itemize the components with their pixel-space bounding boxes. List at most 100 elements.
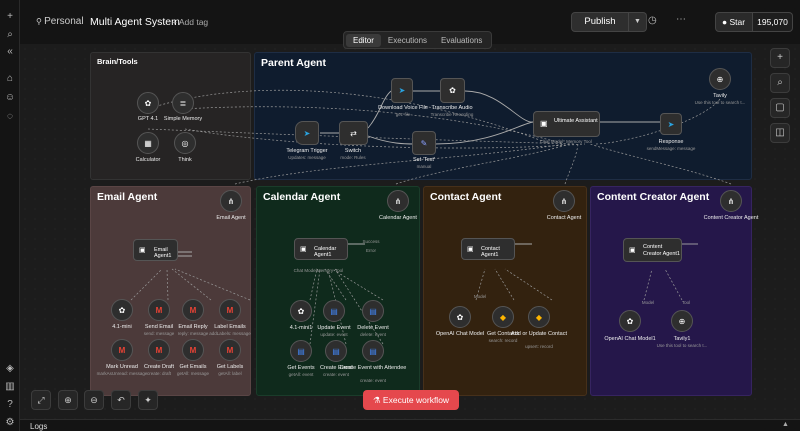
home-icon[interactable]: ⌂ — [3, 72, 17, 86]
wire-email-agent-out — [178, 251, 192, 257]
node-email-tool-4.1-mini[interactable]: ✿ — [111, 299, 133, 321]
node-openai-chat-model1[interactable]: ✿ — [619, 310, 641, 332]
node-transcribe-audio[interactable]: ✿ — [440, 78, 465, 103]
node-response[interactable]: ➤ — [660, 113, 682, 135]
node-ultimate-assistant[interactable]: ▣ Ultimate Assistant — [533, 111, 600, 137]
more-icon[interactable]: ⋯ — [676, 14, 686, 25]
node-get-labels[interactable]: M — [219, 339, 241, 361]
airtable-icon: ◆ — [535, 312, 543, 322]
zoom-in-button[interactable]: ⊕ — [58, 390, 78, 410]
node-contact-agent1[interactable]: ▣ Contact Agent1 — [461, 238, 515, 260]
pencil-icon: ✎ — [420, 138, 428, 148]
node-send-email[interactable]: M — [148, 299, 170, 321]
breadcrumb-project[interactable]: ⚲ Personal — [36, 16, 84, 27]
tidy-up-button[interactable]: ✦ — [138, 390, 158, 410]
robot-icon: ▣ — [629, 247, 636, 254]
node-email-agent-tool[interactable]: ⋔ — [220, 190, 242, 212]
node-calendar-agent-tool[interactable]: ⋔ — [387, 190, 409, 212]
chevron-up-icon[interactable]: ▲ — [782, 421, 789, 428]
insights-icon[interactable]: ▥ — [3, 380, 17, 394]
node-email-agent1[interactable]: ▣ Email Agent1 — [133, 239, 178, 261]
node-sub: addLabels: message — [209, 331, 251, 336]
robot-icon: ▣ — [467, 246, 474, 253]
node-mark-unread[interactable]: M — [111, 339, 133, 361]
openai-icon: ✿ — [118, 305, 126, 315]
toggle-panel-button[interactable]: ◫ — [770, 123, 790, 143]
node-tavily1[interactable]: ⊕ — [671, 310, 693, 332]
node-calendar-agent1[interactable]: ▣ Calendar Agent1 — [294, 238, 348, 260]
node-simple-memory[interactable]: ≣ — [172, 92, 194, 114]
node-set-text[interactable]: ✎ — [412, 131, 436, 155]
node-create-event[interactable]: ▤ — [325, 340, 347, 362]
node-label: Update Event — [317, 325, 351, 331]
publish-button[interactable]: Publish — [571, 12, 629, 32]
settings-icon[interactable]: ⚙ — [3, 416, 17, 430]
node-gpt41[interactable]: ✿ — [137, 92, 159, 114]
add-tag-button[interactable]: + Add tag — [172, 17, 208, 27]
zoom-out-button[interactable]: ⊖ — [84, 390, 104, 410]
wire-email-tools — [130, 268, 251, 301]
node-label: Create Draft — [144, 364, 174, 370]
node-sub: Use this tool to search t... — [656, 343, 708, 348]
sticky-note-button[interactable]: ▢ — [770, 98, 790, 118]
chat-icon[interactable]: ◌ — [3, 110, 17, 124]
workflow-canvas[interactable]: Brain/Tools Parent Agent Email Agent Cal… — [20, 44, 800, 419]
port-label: Success — [362, 239, 380, 244]
node-sub: delete: event — [360, 332, 386, 337]
github-star-button[interactable]: ● Star — [715, 12, 753, 32]
history-icon[interactable]: ◷ — [648, 15, 660, 27]
add-node-button[interactable]: + — [770, 48, 790, 68]
tab-executions[interactable]: Executions — [381, 34, 434, 47]
node-tavily[interactable]: ⊕ — [709, 68, 731, 90]
node-get-events[interactable]: ▤ — [290, 340, 312, 362]
airtable-icon: ◆ — [499, 312, 507, 322]
fit-view-button[interactable]: ⤢ — [31, 390, 51, 410]
node-create-event-attendee[interactable]: ▤ — [362, 340, 384, 362]
chevron-down-icon[interactable]: ▼ — [629, 12, 647, 32]
node-label: Delete Event — [357, 325, 389, 331]
node-think[interactable]: ◎ — [174, 132, 196, 154]
openai-icon: ✿ — [449, 86, 456, 95]
user-icon[interactable]: ☺ — [3, 91, 17, 105]
node-label: Content Creator Agent — [703, 215, 759, 221]
node-delete-event[interactable]: ▤ — [362, 300, 384, 322]
tab-editor[interactable]: Editor — [346, 33, 381, 47]
wire-content-tools — [643, 268, 683, 301]
wire-settext-ultimate — [434, 121, 534, 145]
node-label: Ultimate Assistant — [554, 118, 598, 124]
node-get-contacts[interactable]: ◆ — [492, 306, 514, 328]
workflow-name[interactable]: Multi Agent System — [90, 16, 180, 28]
node-content-agent-tool[interactable]: ⋔ — [720, 190, 742, 212]
node-label: Tavily1 — [673, 336, 691, 342]
node-email-reply[interactable]: M — [182, 299, 204, 321]
add-icon[interactable]: + — [3, 10, 17, 24]
node-calendar-model[interactable]: ✿ — [290, 300, 312, 322]
node-label: Email Agent1 — [154, 247, 172, 259]
node-update-event[interactable]: ▤ — [323, 300, 345, 322]
calculator-icon: ▦ — [144, 138, 152, 148]
tab-evaluations[interactable]: Evaluations — [434, 34, 489, 47]
logs-panel[interactable]: Logs ▲ — [20, 419, 800, 431]
execute-workflow-button[interactable]: ⚗ Execute workflow — [363, 390, 459, 410]
wire-contact-ultimate — [564, 143, 579, 185]
node-label-emails[interactable]: M — [219, 299, 241, 321]
node-openai-chat-model[interactable]: ✿ — [449, 306, 471, 328]
undo-button[interactable]: ↶ — [111, 390, 131, 410]
templates-icon[interactable]: ◈ — [3, 362, 17, 376]
search-nodes-button[interactable]: ⌕ — [770, 73, 790, 93]
node-switch[interactable]: ⇄ — [339, 121, 368, 145]
wire-tavily-ultimate — [594, 98, 721, 145]
node-content-agent1[interactable]: ▣ Content Creator Agent1 — [623, 238, 682, 262]
node-get-emails[interactable]: M — [182, 339, 204, 361]
undo-icon: ↶ — [117, 395, 125, 405]
node-calculator[interactable]: ▦ — [137, 132, 159, 154]
node-contact-agent-tool[interactable]: ⋔ — [553, 190, 575, 212]
node-create-draft[interactable]: M — [148, 339, 170, 361]
help-icon[interactable]: ? — [3, 398, 17, 412]
node-add-update-contact[interactable]: ◆ — [528, 306, 550, 328]
collapse-icon[interactable]: « — [3, 45, 17, 59]
node-telegram-trigger[interactable]: ➤ — [295, 121, 319, 145]
node-download-voice[interactable]: ➤ — [391, 78, 413, 103]
search-icon[interactable]: ⌕ — [3, 28, 17, 42]
node-label: GPT 4.1 — [137, 116, 159, 122]
